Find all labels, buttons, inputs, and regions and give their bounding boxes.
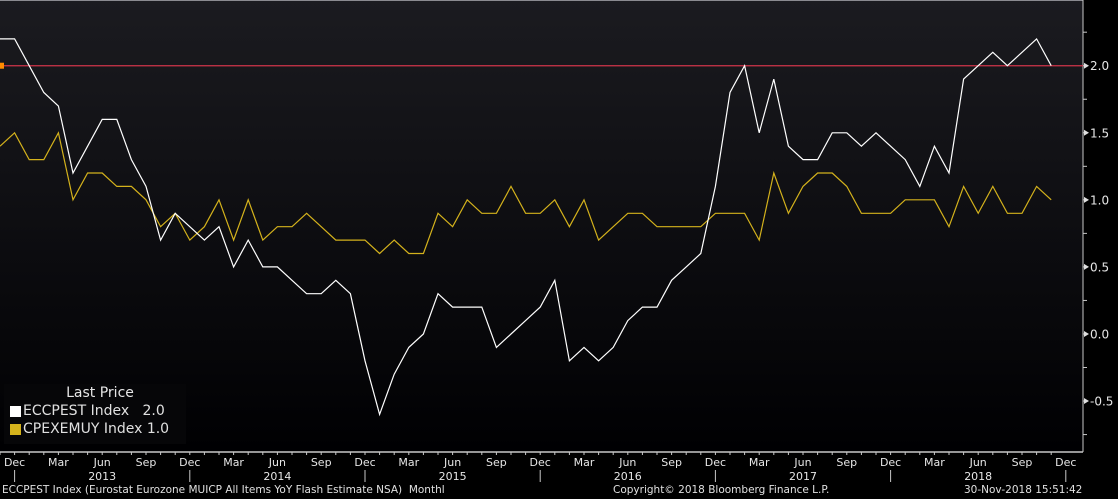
x-year-label: 2015 xyxy=(439,470,467,483)
legend-label: CPEXEMUY Index xyxy=(23,421,143,437)
y-tick-marker xyxy=(1084,129,1089,136)
x-month-label: Mar xyxy=(48,456,69,469)
x-month-label: Jun xyxy=(793,456,811,469)
y-tick-marker xyxy=(1084,196,1089,203)
y-tick-marker xyxy=(1084,330,1089,337)
x-year-label: 2017 xyxy=(789,470,817,483)
y-tick-marker xyxy=(1084,62,1089,69)
x-year-label: 2014 xyxy=(263,470,291,483)
x-month-label: Sep xyxy=(136,456,157,469)
x-month-label: Mar xyxy=(223,456,244,469)
x-month-label: Jun xyxy=(93,456,111,469)
x-month-label: Sep xyxy=(1012,456,1033,469)
legend-item-eccpest[interactable]: ECCPEST Index 2.0 xyxy=(4,402,186,420)
x-month-label: Sep xyxy=(311,456,332,469)
legend-label: ECCPEST Index xyxy=(23,403,130,419)
legend-swatch-yellow xyxy=(10,423,21,435)
legend-item-cpexemuy[interactable]: CPEXEMUY Index 1.0 xyxy=(4,420,186,438)
legend-swatch-white xyxy=(10,405,21,417)
x-month-label: Sep xyxy=(836,456,857,469)
y-tick-label: 1.0 xyxy=(1090,193,1109,207)
x-month-label: Jun xyxy=(969,456,987,469)
timestamp: 30-Nov-2018 15:51:42 xyxy=(964,484,1083,496)
legend: Last Price ECCPEST Index 2.0 CPEXEMUY In… xyxy=(4,384,186,444)
x-axis: Dec Mar Jun Sep Dec Mar Jun Sep Dec Mar Jun Sep Dec M… xyxy=(0,451,1083,483)
x-month-label: Mar xyxy=(924,456,945,469)
x-month-label: Jun xyxy=(268,456,286,469)
x-month-label: Sep xyxy=(661,456,682,469)
x-month-label: Sep xyxy=(486,456,507,469)
x-month-label: Jun xyxy=(618,456,636,469)
x-month-label: Mar xyxy=(574,456,595,469)
y-tick-marker xyxy=(1084,263,1089,270)
x-year-label: 2018 xyxy=(964,470,992,483)
x-month-label: Dec xyxy=(880,456,901,469)
reference-line-marker xyxy=(0,62,4,69)
legend-last-value: 1.0 xyxy=(146,421,170,437)
y-axis: 2.0 1.5 1.0 0.5 0.0 -0.5 xyxy=(1082,0,1113,452)
x-month-label: Dec xyxy=(179,456,200,469)
x-month-label: Dec xyxy=(530,456,551,469)
y-tick-marker xyxy=(1084,398,1089,405)
x-month-label: Dec xyxy=(705,456,726,469)
x-month-label: Dec xyxy=(1055,456,1076,469)
x-month-label: Dec xyxy=(4,456,25,469)
x-month-label: Jun xyxy=(443,456,461,469)
legend-title: Last Price xyxy=(66,385,134,401)
legend-last-value: 2.0 xyxy=(142,403,165,419)
y-tick-label: 0.5 xyxy=(1090,260,1109,274)
x-year-label: 2013 xyxy=(88,470,116,483)
y-tick-label: 2.0 xyxy=(1090,59,1109,73)
y-tick-label: -0.5 xyxy=(1090,395,1113,409)
copyright: Copyright© 2018 Bloomberg Finance L.P. xyxy=(613,484,830,496)
y-tick-label: 1.5 xyxy=(1090,126,1109,140)
x-month-label: Mar xyxy=(398,456,419,469)
x-month-label: Mar xyxy=(749,456,770,469)
x-year-label: 2016 xyxy=(614,470,642,483)
y-tick-label: 0.0 xyxy=(1090,327,1109,341)
series-description: ECCPEST Index (Eurostat Eurozone MUICP A… xyxy=(2,484,445,496)
x-month-label: Dec xyxy=(354,456,375,469)
